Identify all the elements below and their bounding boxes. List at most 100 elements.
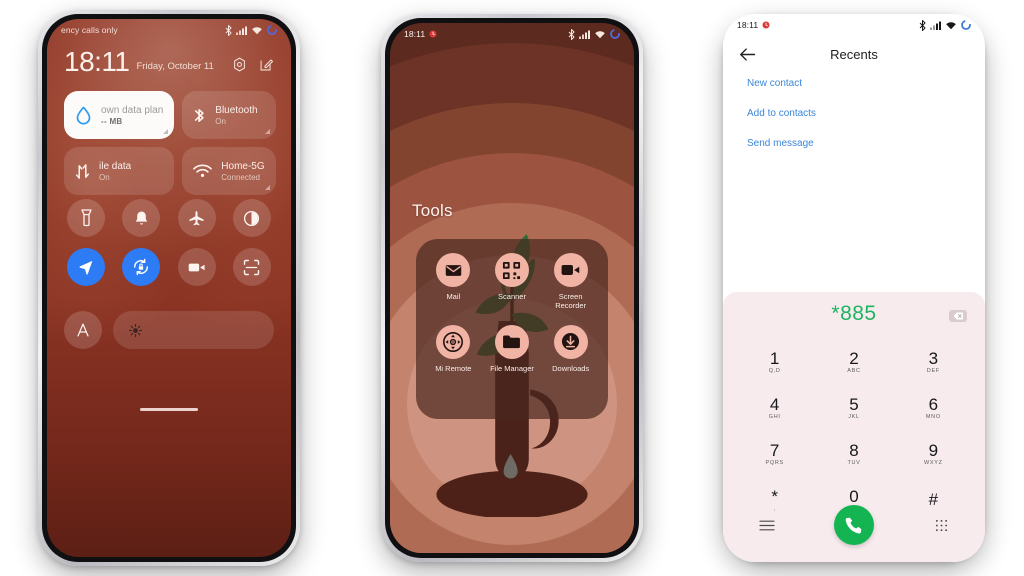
app-file-manager[interactable]: File Manager — [483, 324, 542, 373]
quick-toggle-grid — [64, 199, 274, 286]
video-camera-icon — [188, 263, 205, 271]
quick-settings-big-tiles: own data plan -- MB Bluetooth On ile dat… — [64, 91, 276, 195]
bluetooth-icon — [568, 28, 575, 40]
phone-3-screen: 18:11 Recents New contact Add to contact… — [723, 14, 985, 562]
tile-sub: -- MB — [101, 116, 123, 126]
tile-expand-corner[interactable] — [264, 185, 270, 190]
key-9[interactable]: 9 WXYZ — [894, 434, 973, 474]
wifi-icon — [252, 26, 262, 34]
key-digit: 0 — [849, 487, 859, 506]
tile-title: Home-5G — [221, 160, 265, 172]
key-letters: ABC — [847, 368, 861, 374]
flashlight-icon — [80, 209, 92, 227]
keypad-dots-icon[interactable] — [935, 519, 948, 532]
key-2[interactable]: 2 ABC — [814, 342, 893, 382]
tile-sub: On — [99, 172, 110, 182]
phone-1-screen: ency calls only 18:11 Friday, October 11 — [47, 19, 291, 557]
key-7[interactable]: 7 PQRS — [735, 434, 814, 474]
key-letters: DEF — [926, 368, 940, 374]
app-screen-recorder[interactable]: Screen Recorder — [541, 253, 600, 311]
key-digit: 1 — [769, 349, 780, 368]
phone-2-screen: 18:11 Tools Mail Scanner Screen Recorder… — [390, 23, 634, 553]
key-3[interactable]: 3 DEF — [894, 342, 973, 382]
app-downloads[interactable]: Downloads — [541, 324, 600, 373]
tile-mobile-data[interactable]: ile data On — [64, 147, 175, 195]
app-label: Downloads — [552, 363, 590, 373]
key-letters: JKL — [848, 414, 860, 420]
key-digit: * — [771, 487, 778, 506]
menu-lines-icon[interactable] — [759, 520, 775, 531]
app-scanner[interactable]: Scanner — [483, 253, 542, 311]
dialpad-actions — [723, 504, 985, 546]
folder-title: Tools — [412, 201, 453, 220]
tile-wifi[interactable]: Home-5G Connected — [182, 147, 276, 195]
settings-hex-icon[interactable] — [232, 57, 247, 72]
alarm-red-icon — [429, 30, 437, 38]
key-1[interactable]: 1 Q,D — [735, 342, 814, 382]
status-time: 18:11 — [404, 29, 426, 39]
edit-pencil-icon[interactable] — [259, 57, 274, 72]
tile-expand-corner[interactable] — [163, 129, 169, 134]
key-digit: 2 — [849, 349, 859, 368]
toggle-flashlight[interactable] — [67, 199, 106, 237]
sync-circle-icon — [267, 25, 277, 35]
key-8[interactable]: 8 TUV — [814, 434, 893, 474]
app-mail[interactable]: Mail — [424, 253, 483, 311]
app-mi-remote[interactable]: Mi Remote — [424, 324, 483, 373]
key-6[interactable]: 6 MNO — [894, 388, 973, 428]
dark-mode-contrast-icon — [244, 210, 260, 226]
page-title: Recents — [830, 46, 878, 62]
toggle-rotation-lock[interactable] — [122, 248, 161, 286]
call-button[interactable] — [833, 505, 874, 545]
key-digit: 7 — [769, 441, 780, 460]
toggle-silent-bell[interactable] — [122, 199, 161, 237]
link-new-contact[interactable]: New contact — [747, 78, 816, 89]
auto-font-a-icon — [77, 323, 89, 337]
toggle-scan[interactable] — [232, 248, 271, 286]
app-label: Screen Recorder — [555, 292, 587, 311]
wifi-icon — [193, 164, 213, 177]
water-drop-icon — [76, 106, 91, 125]
tile-data-plan[interactable]: own data plan -- MB — [64, 91, 175, 139]
phone-3-dialer: 18:11 Recents New contact Add to contact… — [723, 14, 985, 562]
key-letters: TUV — [847, 460, 861, 466]
brightness-slider[interactable] — [113, 311, 274, 349]
key-4[interactable]: 4 GHI — [735, 388, 814, 428]
home-indicator[interactable] — [140, 408, 198, 411]
folder-icon — [494, 324, 529, 359]
bluetooth-icon — [195, 108, 205, 122]
backspace-icon[interactable] — [949, 310, 967, 322]
dialed-number[interactable]: *885 — [723, 302, 985, 326]
back-arrow-icon[interactable] — [739, 47, 756, 62]
link-send-message[interactable]: Send message — [747, 138, 816, 149]
bluetooth-icon — [919, 19, 926, 31]
toggle-dark-mode[interactable] — [232, 199, 271, 237]
toggle-location[interactable] — [67, 248, 106, 286]
signal-bars-icon — [579, 30, 590, 39]
toggle-airplane-mode[interactable] — [177, 199, 216, 237]
dialpad: *885 1 Q,D 2 ABC 3 DEF 4 GHI 5 JKL 6 MNO 7 PQRS… — [723, 292, 985, 562]
data-transfer-icon — [75, 163, 90, 179]
tile-bluetooth[interactable]: Bluetooth On — [182, 91, 276, 139]
toggle-auto-font[interactable] — [64, 311, 102, 349]
tile-title: own data plan — [101, 104, 164, 116]
download-arrow-icon — [553, 324, 588, 359]
screenshot-stage: ency calls only 18:11 Friday, October 11 — [0, 0, 1024, 576]
key-digit: 3 — [928, 349, 939, 368]
tile-expand-corner[interactable] — [264, 129, 270, 134]
clock-header: 18:11 Friday, October 11 — [64, 48, 274, 75]
key-digit: 4 — [769, 395, 780, 414]
key-digit: 9 — [928, 441, 939, 460]
bell-icon — [135, 210, 147, 225]
sync-circle-icon — [961, 20, 971, 30]
key-letters: PQRS — [765, 460, 784, 466]
carrier-text: ency calls only — [61, 25, 118, 35]
app-label: Mi Remote — [435, 363, 472, 373]
qr-scanner-icon — [494, 253, 529, 287]
toggle-screen-record[interactable] — [177, 248, 216, 286]
tile-sub: On — [215, 116, 226, 126]
link-add-to-contacts[interactable]: Add to contacts — [747, 108, 816, 119]
phone-3-status-bar: 18:11 — [723, 14, 985, 36]
status-carrier: ency calls only — [61, 25, 118, 35]
key-5[interactable]: 5 JKL — [814, 388, 893, 428]
